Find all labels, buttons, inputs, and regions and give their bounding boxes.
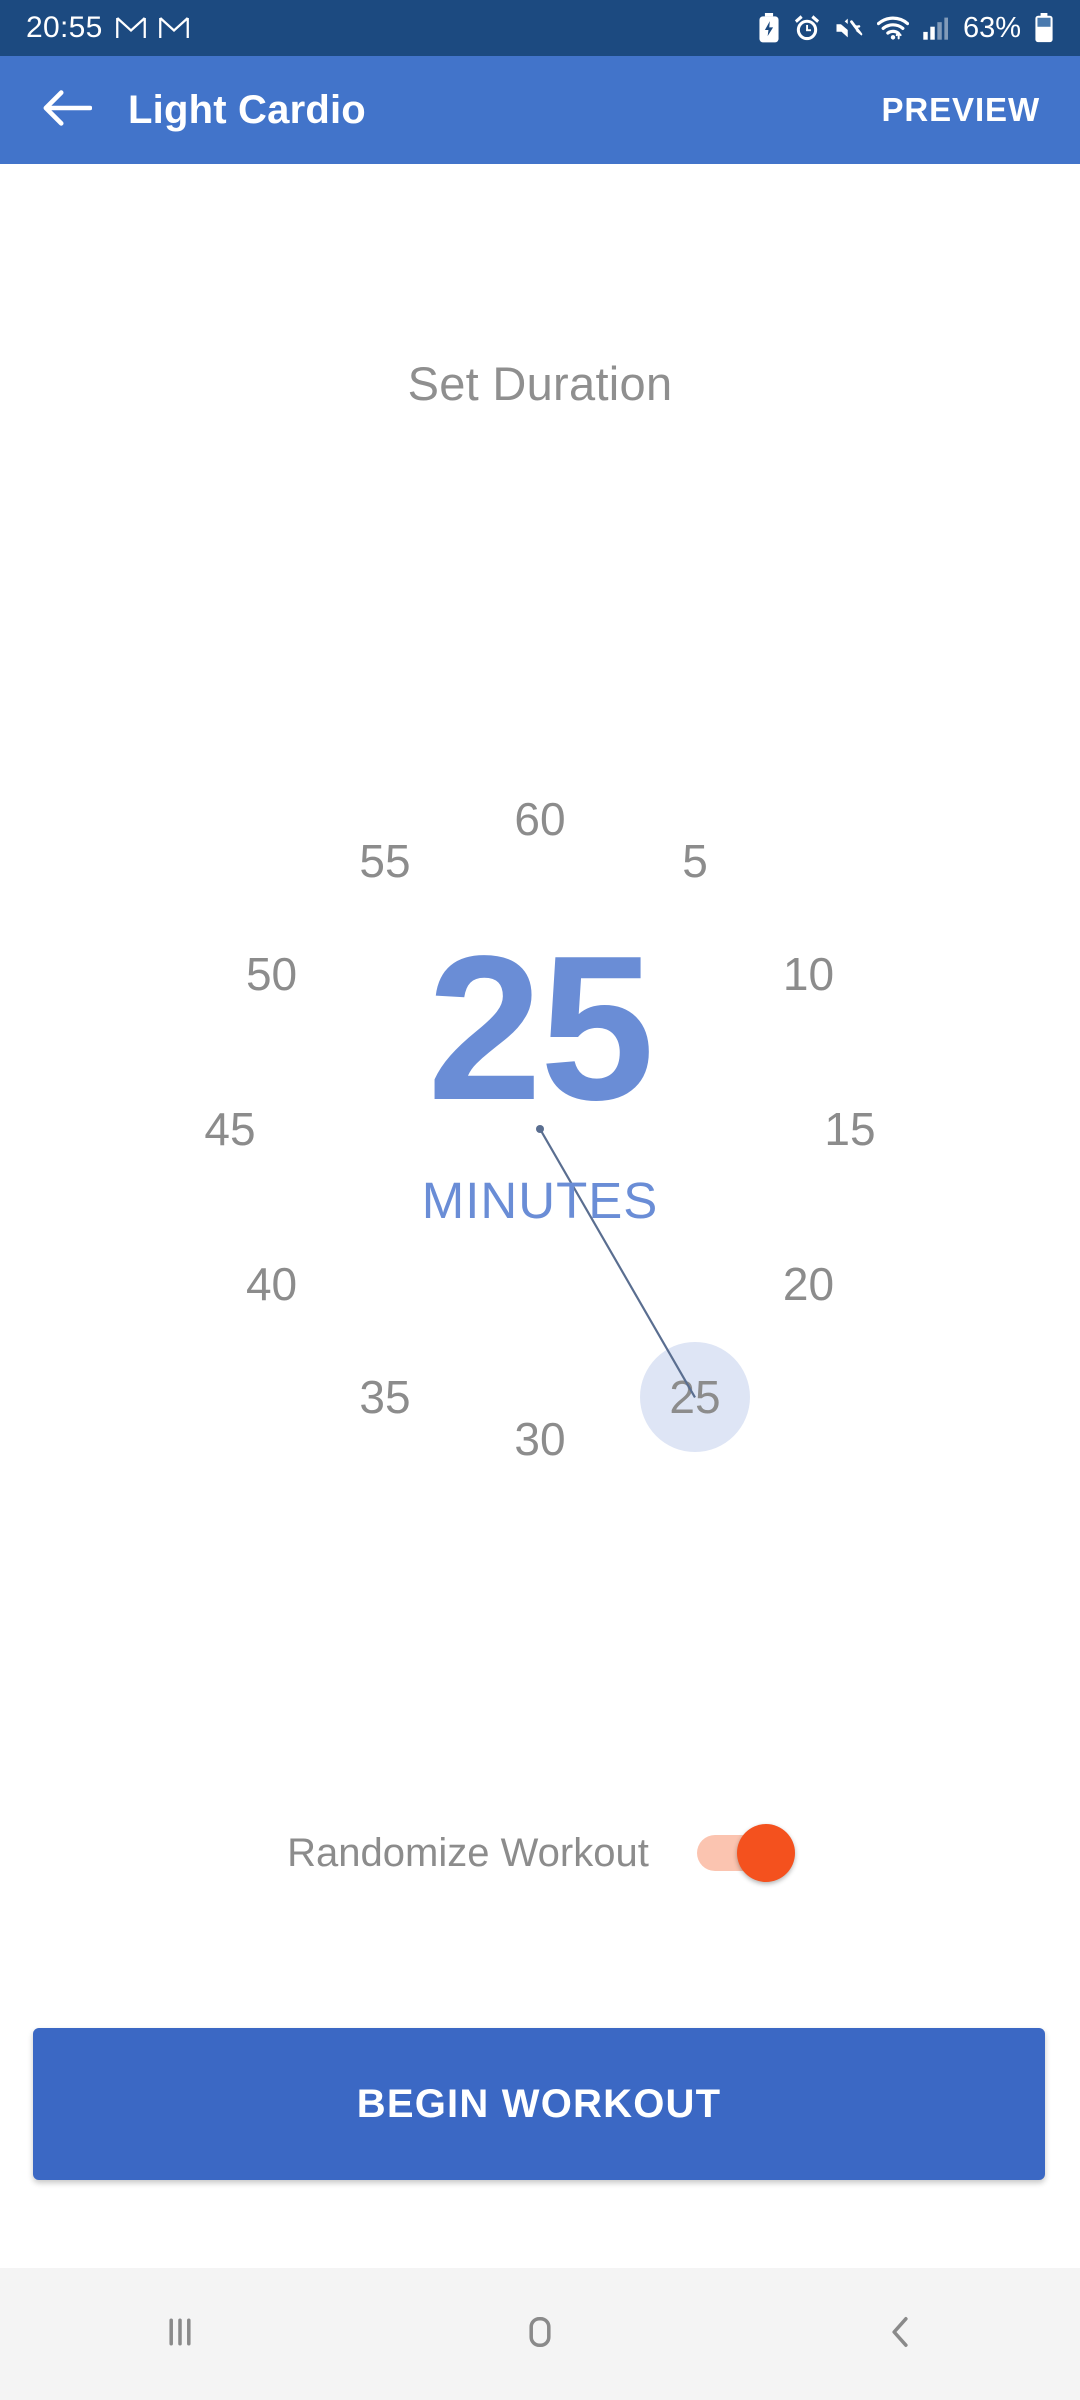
preview-button[interactable]: PREVIEW: [876, 81, 1047, 139]
status-bar-left: 20:55: [26, 13, 189, 43]
dial-tick-35[interactable]: 35: [330, 1342, 440, 1452]
system-navigation-bar: [0, 2268, 1080, 2400]
selected-duration-value: 25: [427, 913, 654, 1143]
home-icon: [518, 2310, 562, 2359]
recents-icon: [158, 2310, 202, 2359]
status-bar-right: 63%: [758, 13, 1054, 43]
arrow-left-icon: [42, 88, 93, 133]
randomize-workout-label: Randomize Workout: [287, 1830, 649, 1875]
randomize-workout-toggle[interactable]: [696, 1824, 795, 1882]
set-duration-heading: Set Duration: [407, 357, 673, 410]
duration-picker-dial[interactable]: 60 5 10 15 20 25 30 35 40 45 50 55 25 MINUTES: [150, 739, 930, 1519]
toggle-thumb: [736, 1824, 795, 1882]
recents-button[interactable]: [100, 2268, 260, 2400]
dial-tick-30[interactable]: 30: [485, 1384, 595, 1494]
duration-unit-label: MINUTES: [421, 1172, 659, 1229]
back-button-nav[interactable]: [820, 2268, 980, 2400]
randomize-workout-row: Randomize Workout: [0, 1824, 1080, 1882]
home-button[interactable]: [460, 2268, 620, 2400]
dial-tick-55[interactable]: 55: [330, 806, 440, 916]
status-bar: 20:55 63%: [0, 0, 1080, 56]
app-bar: Light Cardio PREVIEW: [0, 56, 1080, 164]
page-title: Light Cardio: [128, 87, 366, 132]
dial-tick-5[interactable]: 5: [640, 806, 750, 916]
back-button[interactable]: [34, 77, 100, 143]
cellular-signal-icon: [922, 15, 948, 41]
gmail-icon: [158, 16, 189, 40]
battery-saver-icon: [758, 13, 780, 43]
dial-tick-20[interactable]: 20: [753, 1229, 863, 1339]
dial-tick-60[interactable]: 60: [485, 764, 595, 874]
battery-percent-label: 63%: [962, 11, 1021, 44]
begin-workout-button[interactable]: BEGIN WORKOUT: [33, 2028, 1045, 2180]
dial-tick-40[interactable]: 40: [217, 1229, 327, 1339]
status-bar-clock: 20:55: [26, 11, 103, 44]
gmail-icon: [115, 16, 146, 40]
battery-icon: [1034, 13, 1054, 43]
dial-tick-25[interactable]: 25: [640, 1342, 750, 1453]
wifi-icon: [876, 15, 909, 41]
back-chevron-icon: [878, 2310, 922, 2359]
alarm-icon: [793, 14, 821, 42]
main-content: Set Duration 60 5 10 15 20 25 30 35 40 45 50 55 25 …: [0, 164, 1080, 2240]
sound-mute-icon: [834, 14, 864, 42]
